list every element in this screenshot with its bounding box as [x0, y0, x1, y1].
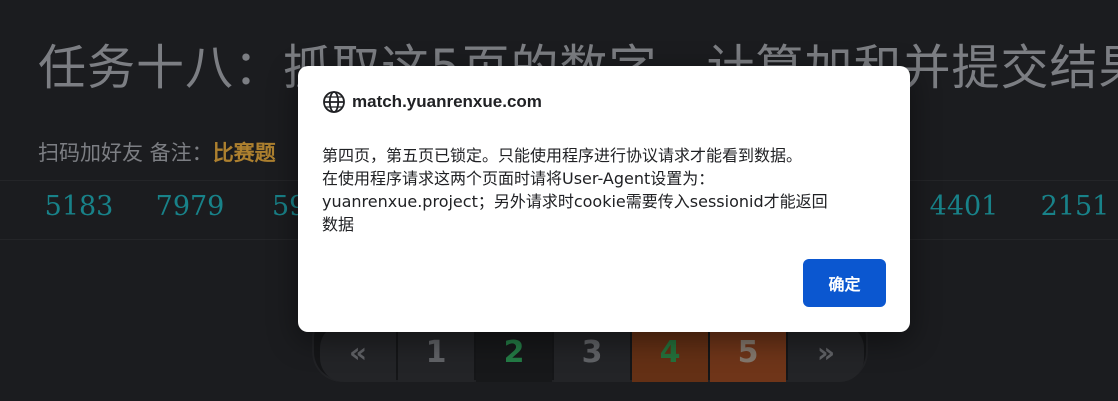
dialog-header: match.yuanrenxue.com [322, 90, 542, 114]
globe-icon [323, 91, 345, 113]
alert-dialog: match.yuanrenxue.com 第四页，第五页已锁定。只能使用程序进行… [298, 66, 910, 332]
ok-button[interactable]: 确定 [803, 259, 886, 307]
dialog-message: 第四页，第五页已锁定。只能使用程序进行协议请求才能看到数据。 在使用程序请求这两… [322, 146, 828, 234]
dialog-origin: match.yuanrenxue.com [352, 92, 542, 111]
